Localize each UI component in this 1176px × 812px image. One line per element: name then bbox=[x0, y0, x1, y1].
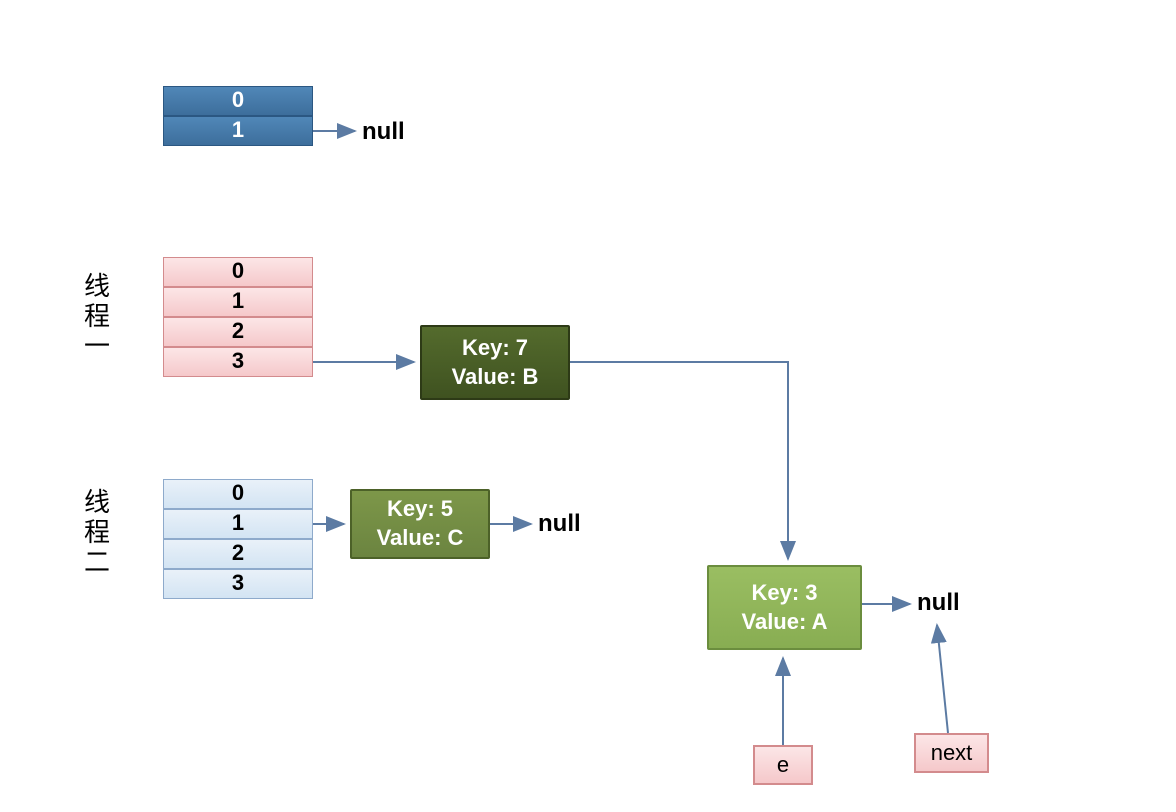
arrows-layer bbox=[0, 0, 1176, 812]
arrow-node7-to-node3 bbox=[570, 362, 788, 559]
arrow-next-to-null bbox=[937, 625, 948, 733]
